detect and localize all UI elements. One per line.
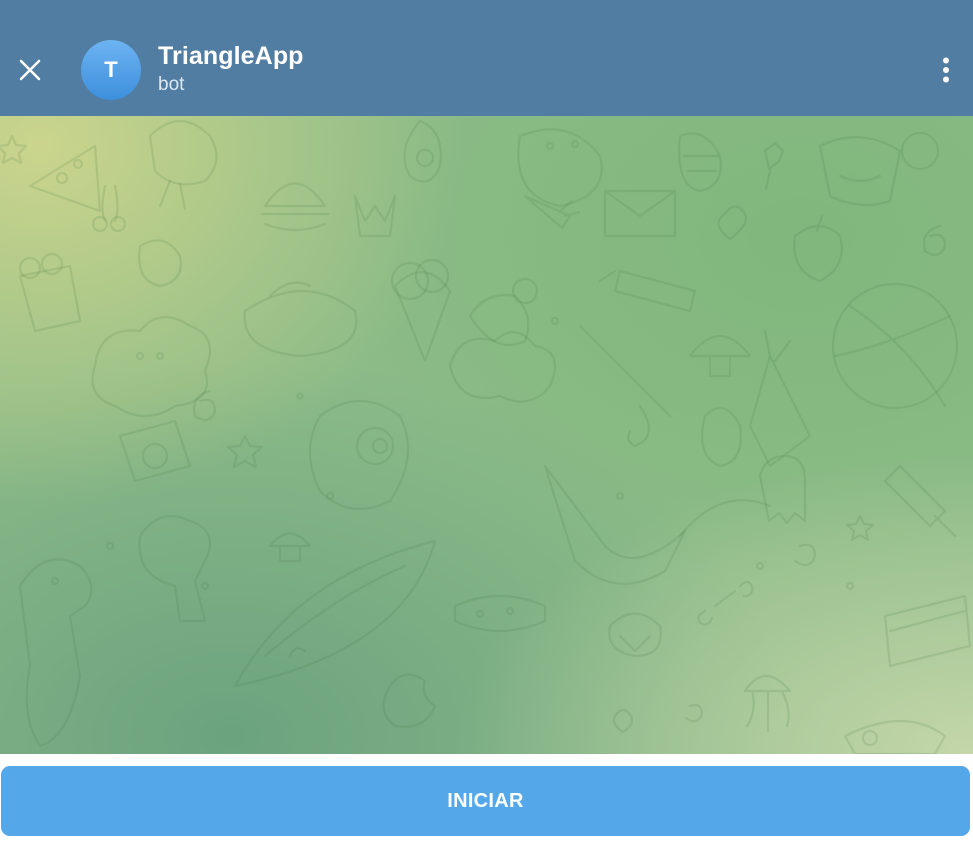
close-button[interactable] <box>10 50 50 90</box>
more-vertical-icon <box>943 57 949 83</box>
top-bar: T TriangleApp bot <box>0 0 973 116</box>
start-button[interactable]: INICIAR <box>1 766 970 836</box>
chat-subtitle: bot <box>158 74 185 95</box>
close-icon <box>19 59 41 81</box>
more-options-button[interactable] <box>930 54 962 86</box>
doodle-pattern <box>0 119 972 754</box>
bottom-bar: INICIAR <box>0 754 973 843</box>
avatar[interactable]: T <box>81 40 141 100</box>
chat-title: TriangleApp <box>158 42 304 70</box>
avatar-initial: T <box>104 57 118 82</box>
chat-background <box>0 116 973 754</box>
